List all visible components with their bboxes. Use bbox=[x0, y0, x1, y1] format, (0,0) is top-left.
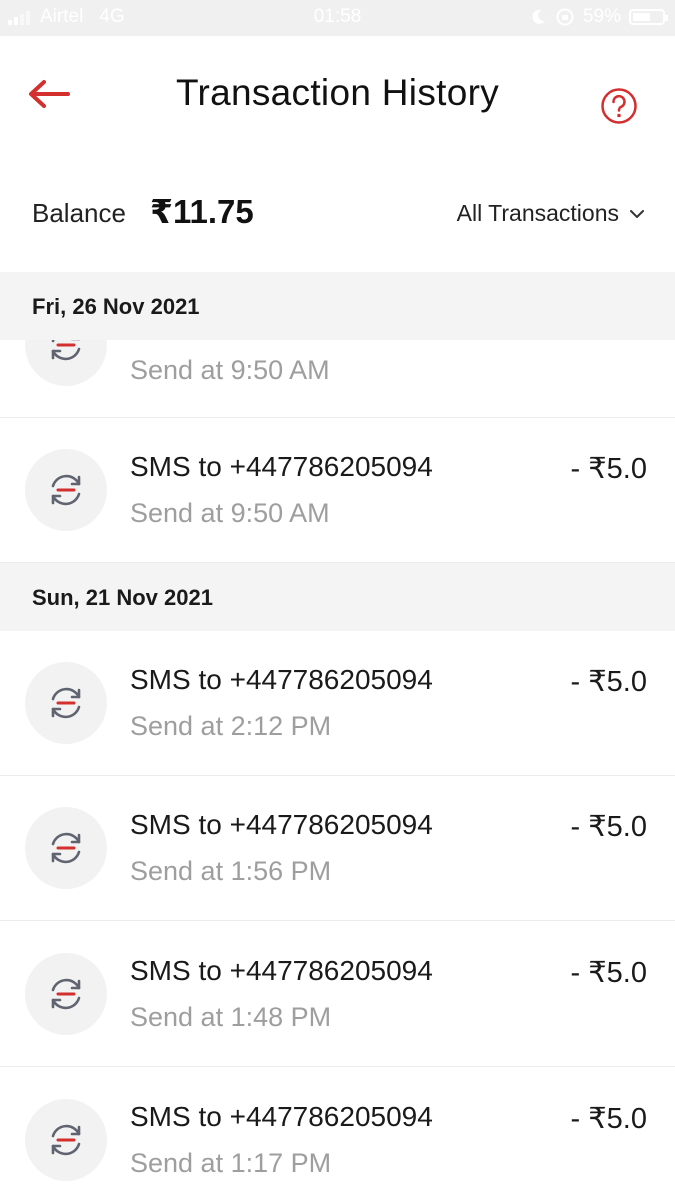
transaction-row[interactable]: SMS to +447786205094 Send at 1:56 PM - ₹… bbox=[0, 776, 675, 921]
transaction-title: SMS to +447786205094 bbox=[130, 451, 433, 482]
transaction-title: SMS to +447786205094 bbox=[130, 664, 433, 695]
transaction-amount: - ₹5.0 bbox=[570, 666, 647, 698]
battery-fill bbox=[633, 13, 650, 21]
refresh-debit-icon bbox=[51, 474, 81, 506]
moon-icon bbox=[532, 9, 545, 24]
transaction-icon bbox=[25, 340, 107, 386]
transaction-amount: - ₹5.0 bbox=[570, 811, 647, 843]
transaction-icon bbox=[25, 953, 107, 1035]
status-bar: Airtel 4G 01:58 59% bbox=[0, 0, 675, 36]
transaction-row[interactable]: SMS to +447786205094 Send at 1:48 PM - ₹… bbox=[0, 922, 675, 1067]
transaction-title: SMS to +447786205094 bbox=[130, 955, 433, 986]
chevron-down-icon bbox=[630, 209, 644, 218]
transaction-time: Send at 2:12 PM bbox=[130, 711, 332, 741]
date-header: Sun, 21 Nov 2021 bbox=[0, 563, 675, 631]
orientation-lock-icon bbox=[556, 8, 574, 26]
transaction-icon bbox=[25, 449, 107, 531]
transaction-row[interactable]: Send at 9:50 AM bbox=[0, 340, 675, 418]
refresh-debit-icon bbox=[51, 1124, 81, 1156]
status-right: 59% bbox=[529, 6, 668, 28]
transaction-icon bbox=[25, 807, 107, 889]
balance-label: Balance bbox=[32, 198, 126, 228]
question-circle-icon bbox=[601, 88, 637, 124]
transaction-amount: - ₹5.0 bbox=[570, 1103, 647, 1135]
transaction-time: Send at 9:50 AM bbox=[130, 498, 330, 528]
transaction-time: Send at 1:56 PM bbox=[130, 856, 332, 886]
date-header-label: Fri, 26 Nov 2021 bbox=[32, 294, 200, 319]
app-header: Transaction History bbox=[0, 36, 675, 156]
refresh-debit-icon bbox=[51, 832, 81, 864]
transaction-icon bbox=[25, 1099, 107, 1181]
filter-label: All Transactions bbox=[456, 200, 619, 226]
transaction-amount: - ₹5.0 bbox=[570, 957, 647, 989]
help-button[interactable] bbox=[600, 87, 638, 125]
balance-row: Balance ₹11.75 All Transactions bbox=[0, 156, 675, 272]
battery-percent: 59% bbox=[582, 6, 621, 27]
refresh-debit-icon bbox=[51, 978, 81, 1010]
transaction-filter-dropdown[interactable]: All Transactions bbox=[457, 200, 645, 227]
transaction-row[interactable]: SMS to +447786205094 Send at 2:12 PM - ₹… bbox=[0, 631, 675, 776]
transaction-time: Send at 1:48 PM bbox=[130, 1002, 332, 1032]
transaction-row[interactable]: SMS to +447786205094 Send at 9:50 AM - ₹… bbox=[0, 418, 675, 563]
refresh-debit-icon bbox=[51, 687, 81, 719]
balance-value: ₹11.75 bbox=[150, 193, 254, 230]
page-title: Transaction History bbox=[175, 72, 500, 113]
date-header: Fri, 26 Nov 2021 bbox=[0, 272, 675, 340]
refresh-debit-icon bbox=[51, 340, 81, 361]
transaction-title: SMS to +447786205094 bbox=[130, 809, 433, 840]
date-header-label: Sun, 21 Nov 2021 bbox=[32, 585, 213, 610]
transaction-time: Send at 1:17 PM bbox=[130, 1148, 332, 1178]
transaction-time: Send at 9:50 AM bbox=[130, 355, 330, 385]
transaction-amount: - ₹5.0 bbox=[570, 453, 647, 485]
transaction-row[interactable]: SMS to +447786205094 Send at 1:17 PM - ₹… bbox=[0, 1068, 675, 1200]
transaction-icon bbox=[25, 662, 107, 744]
transaction-title: SMS to +447786205094 bbox=[130, 1101, 433, 1132]
battery-icon bbox=[629, 9, 668, 25]
